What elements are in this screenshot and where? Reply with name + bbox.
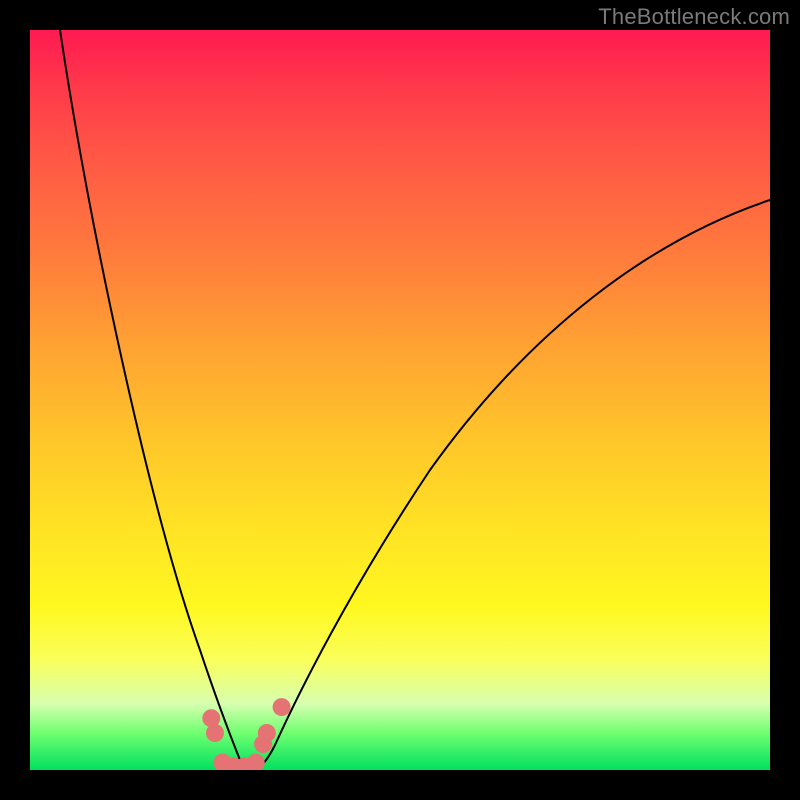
dot-right-mid: [258, 724, 276, 742]
curve-right-branch: [250, 200, 770, 770]
dot-bottom-4: [247, 754, 265, 770]
dot-left-lower: [206, 724, 224, 742]
bottleneck-curve: [30, 30, 770, 770]
watermark-text: TheBottleneck.com: [598, 4, 790, 30]
curve-markers: [202, 698, 290, 770]
curve-left-branch: [60, 30, 250, 770]
chart-area: [30, 30, 770, 770]
dot-right-upper: [273, 698, 291, 716]
